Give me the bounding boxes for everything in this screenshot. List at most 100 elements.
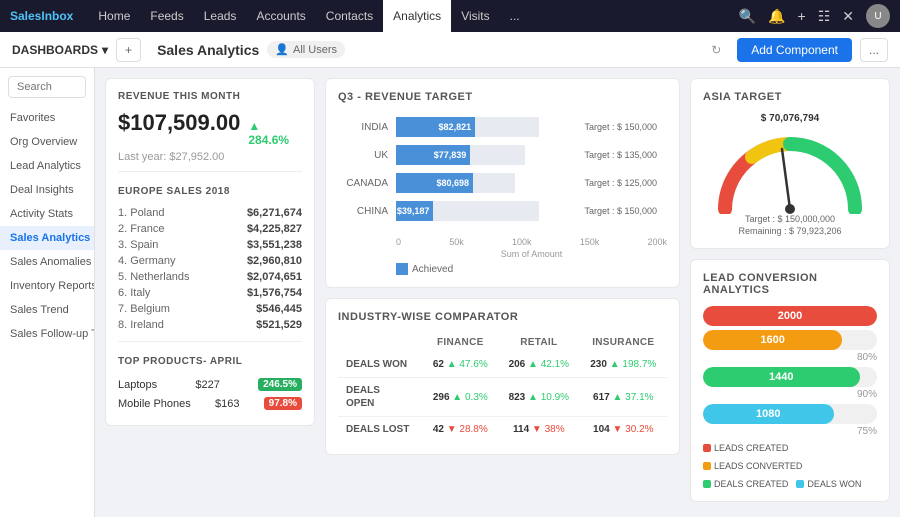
add-dashboard-button[interactable]: +: [116, 38, 141, 62]
asia-remaining: Remaining : $ 79,923,206: [703, 226, 877, 236]
sidebar-item-sales-trend[interactable]: Sales Trend: [0, 298, 94, 322]
users-badge: 👤 All Users: [267, 41, 345, 58]
legend-item: LEADS CREATED: [703, 443, 788, 453]
q3-chart-title: Q3 - REVENUE TARGET: [338, 91, 667, 103]
europe-sales-list: 1. Poland$6,271,6742. France$4,225,8273.…: [118, 205, 302, 333]
sub-nav: DASHBOARDS ▾ + Sales Analytics 👤 All Use…: [0, 32, 900, 68]
list-item: 2. France$4,225,827: [118, 221, 302, 237]
table-cell: 42 ▼ 28.8%: [423, 417, 499, 443]
grid-icon[interactable]: ☷: [818, 8, 831, 25]
top-nav: SalesInbox Home Feeds Leads Accounts Con…: [0, 0, 900, 32]
table-cell: 230 ▲ 198.7%: [580, 352, 667, 378]
sidebar-item-inventory-reports[interactable]: Inventory Reports: [0, 274, 94, 298]
table-row: DEALS OPEN296 ▲ 0.3%823 ▲ 10.9%617 ▲ 37.…: [338, 378, 667, 417]
nav-visits[interactable]: Visits: [451, 0, 499, 32]
nav-analytics[interactable]: Analytics: [383, 0, 451, 32]
achieved-legend-box: [396, 263, 408, 275]
sidebar-item-favorites[interactable]: Favorites: [0, 106, 94, 130]
left-column: REVENUE THIS MONTH $107,509.00 ▲ 284.6% …: [105, 78, 315, 507]
sidebar-item-sales-followup[interactable]: Sales Follow-up T: [0, 322, 94, 346]
lead-bar-row: 144090%: [703, 367, 877, 400]
bar-row: CHINA $39,187 Target : $ 150,000: [338, 201, 667, 221]
lead-bar-pct: 90%: [703, 389, 877, 400]
industry-comparator-card: INDUSTRY-WISE COMPARATOR FINANCERETAILIN…: [325, 298, 680, 455]
sidebar-item-lead-analytics[interactable]: Lead Analytics: [0, 154, 94, 178]
page-title: Sales Analytics: [157, 42, 259, 58]
bar-row: INDIA $82,821 Target : $ 150,000: [338, 117, 667, 137]
add-component-button[interactable]: Add Component: [737, 38, 852, 62]
refresh-icon[interactable]: ↻: [711, 43, 721, 57]
nav-contacts[interactable]: Contacts: [316, 0, 383, 32]
revenue-last-year: Last year: $27,952.00: [118, 151, 302, 163]
table-header: FINANCE: [423, 333, 499, 352]
dashboards-button[interactable]: DASHBOARDS ▾: [12, 43, 108, 57]
more-options-button[interactable]: ...: [860, 38, 888, 62]
bar-label: INDIA: [338, 122, 388, 133]
industry-table: FINANCERETAILINSURANCEDEALS WON62 ▲ 47.6…: [338, 333, 667, 442]
nav-accounts[interactable]: Accounts: [246, 0, 315, 32]
table-cell: 114 ▼ 38%: [498, 417, 579, 443]
revenue-amount: $107,509.00: [118, 110, 240, 136]
nav-feeds[interactable]: Feeds: [140, 0, 193, 32]
legend-item: LEADS CONVERTED: [703, 461, 802, 471]
chart-x-label: Sum of Amount: [338, 249, 667, 259]
nav-more[interactable]: ...: [500, 0, 530, 32]
table-row: DEALS WON62 ▲ 47.6%206 ▲ 42.1%230 ▲ 198.…: [338, 352, 667, 378]
bar-label: UK: [338, 150, 388, 161]
achieved-legend-label: Achieved: [412, 264, 453, 275]
asia-top-value: $ 70,076,794: [703, 113, 877, 124]
sidebar-item-sales-anomalies[interactable]: Sales Anomalies: [0, 250, 94, 274]
sidebar-item-activity-stats[interactable]: Activity Stats: [0, 202, 94, 226]
revenue-title: REVENUE THIS MONTH: [118, 91, 302, 102]
table-header: [338, 333, 423, 352]
close-icon[interactable]: ✕: [842, 8, 854, 25]
lead-bar-pct: 75%: [703, 426, 877, 437]
list-item: 1. Poland$6,271,674: [118, 205, 302, 221]
list-item: 7. Belgium$546,445: [118, 301, 302, 317]
top-products-title: TOP PRODUCTS- APRIL: [118, 356, 302, 367]
revenue-change: ▲ 284.6%: [248, 119, 302, 147]
search-input[interactable]: [8, 76, 86, 98]
bar-container: $80,698 Target : $ 125,000: [396, 173, 587, 193]
user-avatar[interactable]: U: [866, 4, 890, 28]
row-label: DEALS LOST: [338, 417, 423, 443]
row-label: DEALS OPEN: [338, 378, 423, 417]
list-item: 8. Ireland$521,529: [118, 317, 302, 333]
revenue-card: REVENUE THIS MONTH $107,509.00 ▲ 284.6% …: [105, 78, 315, 426]
gauge-container: $ 0: [703, 124, 877, 214]
gauge-svg: $ 0: [710, 124, 870, 214]
lead-legend: LEADS CREATED LEADS CONVERTED DEALS CREATE…: [703, 443, 877, 489]
brand-logo: SalesInbox: [10, 9, 73, 23]
list-item: Mobile Phones$16397.8%: [118, 394, 302, 413]
q3-revenue-card: Q3 - REVENUE TARGET INDIA $82,821 Target…: [325, 78, 680, 288]
table-header: RETAIL: [498, 333, 579, 352]
row-label: DEALS WON: [338, 352, 423, 378]
right-column: ASIA TARGET $ 70,076,794: [690, 78, 890, 507]
table-cell: 617 ▲ 37.1%: [580, 378, 667, 417]
bar-container: $82,821 Target : $ 150,000: [396, 117, 587, 137]
sidebar-item-sales-analytics[interactable]: Sales Analytics: [0, 226, 94, 250]
nav-leads[interactable]: Leads: [194, 0, 247, 32]
bar-label: CHINA: [338, 206, 388, 217]
asia-title: ASIA TARGET: [703, 91, 877, 103]
lead-bars-container: 2000160080%144090%108075%: [703, 306, 877, 437]
list-item: 3. Spain$3,551,238: [118, 237, 302, 253]
table-cell: 823 ▲ 10.9%: [498, 378, 579, 417]
nav-home[interactable]: Home: [88, 0, 140, 32]
list-item: 5. Netherlands$2,074,651: [118, 269, 302, 285]
main-content: REVENUE THIS MONTH $107,509.00 ▲ 284.6% …: [95, 68, 900, 517]
asia-target-card: ASIA TARGET $ 70,076,794: [690, 78, 890, 249]
sidebar-item-org-overview[interactable]: Org Overview: [0, 130, 94, 154]
search-icon[interactable]: 🔍: [739, 8, 756, 25]
legend-item: DEALS CREATED: [703, 479, 788, 489]
chart-axis: 050k100k150k200k: [338, 237, 667, 247]
list-item: 6. Italy$1,576,754: [118, 285, 302, 301]
sidebar-item-deal-insights[interactable]: Deal Insights: [0, 178, 94, 202]
bell-icon[interactable]: 🔔: [768, 8, 785, 25]
table-cell: 62 ▲ 47.6%: [423, 352, 499, 378]
plus-icon[interactable]: +: [798, 8, 806, 24]
table-row: DEALS LOST42 ▼ 28.8%114 ▼ 38%104 ▼ 30.2%: [338, 417, 667, 443]
table-cell: 104 ▼ 30.2%: [580, 417, 667, 443]
top-products-list: Laptops$227246.5%Mobile Phones$16397.8%: [118, 375, 302, 413]
chevron-down-icon: ▾: [102, 43, 108, 57]
